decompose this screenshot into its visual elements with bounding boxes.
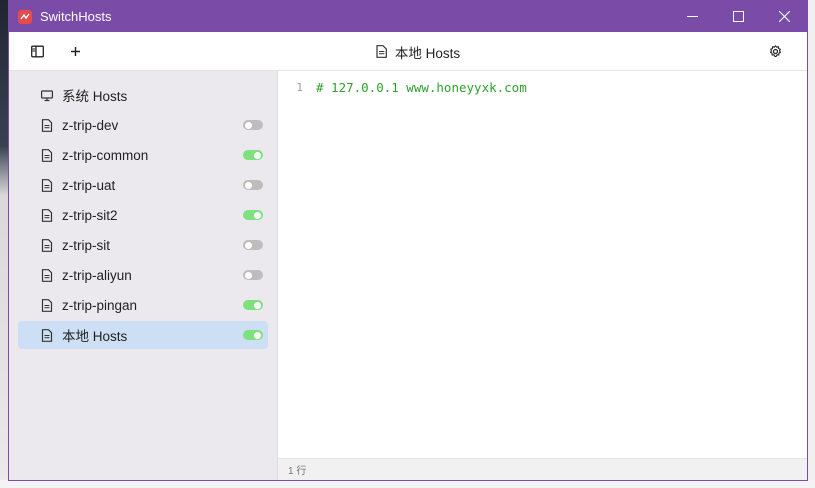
sidebar-item-z-trip-aliyun[interactable]: z-trip-aliyun: [18, 261, 268, 289]
title-bar[interactable]: SwitchHosts: [9, 1, 807, 32]
toggle-knob: [245, 241, 252, 249]
toggle-knob: [254, 331, 261, 339]
toggle-knob: [254, 151, 261, 159]
settings-button[interactable]: [765, 41, 785, 61]
code-line[interactable]: 1 # 127.0.0.1 www.honeyyxk.com: [278, 78, 807, 96]
toggle-knob: [245, 181, 252, 189]
toggle-switch[interactable]: [243, 300, 263, 310]
sidebar-item-label: 系统 Hosts: [62, 89, 128, 104]
hosts-sidebar: 系统 Hosts z-trip-dev z-trip-common z-trip…: [9, 71, 278, 480]
maximize-icon: [732, 11, 744, 22]
sidebar-item-local-hosts[interactable]: 本地 Hosts: [18, 321, 268, 349]
line-number: 1: [296, 80, 303, 94]
code-area[interactable]: 1 # 127.0.0.1 www.honeyyxk.com: [278, 71, 807, 458]
plus-icon: [70, 46, 80, 56]
toggle-sidebar-button[interactable]: [27, 41, 47, 61]
sidebar-item-z-trip-sit2[interactable]: z-trip-sit2: [18, 201, 268, 229]
desktop-background-right: [807, 0, 815, 488]
main-content: 系统 Hosts z-trip-dev z-trip-common z-trip…: [9, 71, 807, 480]
code-line-text[interactable]: # 127.0.0.1 www.honeyyxk.com: [316, 80, 527, 95]
sidebar-item-z-trip-dev[interactable]: z-trip-dev: [18, 111, 268, 139]
sidebar-item-label: z-trip-common: [62, 147, 149, 163]
sidebar-item-z-trip-sit[interactable]: z-trip-sit: [18, 231, 268, 259]
toggle-knob: [254, 211, 261, 219]
close-icon: [778, 11, 790, 22]
toolbar: 本地 Hosts: [9, 32, 807, 71]
sidebar-item-system-hosts[interactable]: 系统 Hosts: [18, 81, 268, 109]
toggle-switch[interactable]: [243, 330, 263, 340]
app-window: SwitchHosts 本地 Hosts 系统 Hosts z-trip-dev…: [8, 0, 808, 481]
toggle-switch[interactable]: [243, 240, 263, 250]
file-icon: [40, 178, 54, 192]
toggle-switch[interactable]: [243, 210, 263, 220]
toggle-switch[interactable]: [243, 270, 263, 280]
sidebar-item-label: z-trip-dev: [62, 117, 119, 133]
gear-icon: [769, 44, 781, 57]
sidebar-item-label: z-trip-uat: [62, 177, 116, 193]
maximize-button[interactable]: [715, 1, 761, 32]
sidebar-item-label: z-trip-sit: [62, 237, 110, 253]
sidebar-layout-icon: [30, 45, 44, 57]
sidebar-item-label: z-trip-sit2: [62, 207, 118, 223]
toggle-switch[interactable]: [243, 120, 263, 130]
window-controls: [669, 1, 807, 32]
line-count: 1 行: [288, 466, 307, 477]
toggle-switch[interactable]: [243, 180, 263, 190]
file-icon: [40, 328, 54, 342]
toggle-knob: [245, 121, 252, 129]
file-icon: [40, 118, 54, 132]
file-icon: [40, 238, 54, 252]
toggle-knob: [245, 271, 252, 279]
file-icon: [40, 268, 54, 282]
current-hosts-title: 本地 Hosts: [9, 32, 807, 71]
add-hosts-button[interactable]: [65, 41, 85, 61]
toggle-switch[interactable]: [243, 150, 263, 160]
sidebar-item-z-trip-common[interactable]: z-trip-common: [18, 141, 268, 169]
desktop-background-bottom: [0, 480, 815, 488]
close-button[interactable]: [761, 1, 807, 32]
sidebar-item-label: z-trip-aliyun: [62, 267, 132, 283]
toggle-knob: [254, 301, 261, 309]
hosts-editor[interactable]: 1 # 127.0.0.1 www.honeyyxk.com 1 行: [278, 71, 807, 480]
app-logo-icon: [18, 9, 32, 24]
status-bar: 1 行: [278, 458, 807, 480]
file-icon: [40, 148, 54, 162]
file-icon: [40, 298, 54, 312]
window-title: SwitchHosts: [40, 9, 112, 24]
minimize-button[interactable]: [669, 1, 715, 32]
sidebar-item-z-trip-pingan[interactable]: z-trip-pingan: [18, 291, 268, 319]
monitor-icon: [40, 88, 54, 102]
sidebar-item-label: z-trip-pingan: [62, 297, 138, 313]
minimize-icon: [686, 16, 698, 17]
sidebar-item-z-trip-uat[interactable]: z-trip-uat: [18, 171, 268, 199]
file-icon: [376, 45, 387, 58]
sidebar-item-label: 本地 Hosts: [62, 329, 128, 344]
file-icon: [40, 208, 54, 222]
current-hosts-label: 本地 Hosts: [394, 45, 461, 61]
